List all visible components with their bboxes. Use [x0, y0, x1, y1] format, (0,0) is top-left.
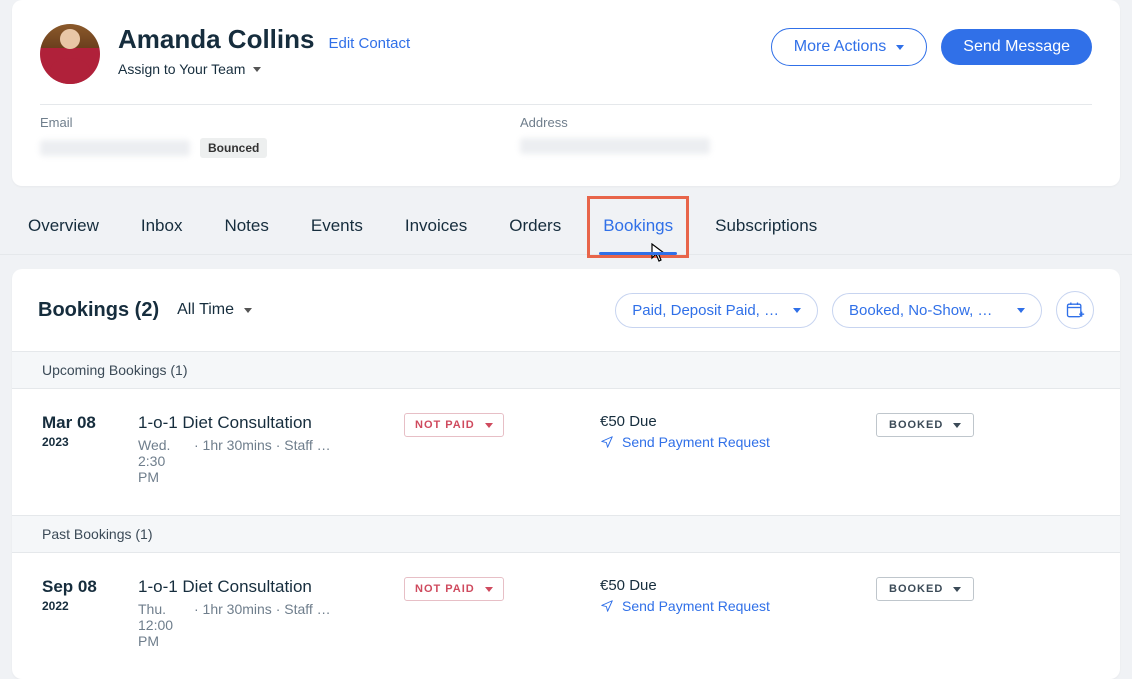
send-payment-request-link[interactable]: Send Payment Request	[600, 598, 770, 614]
time-filter-dropdown[interactable]: All Time	[177, 301, 252, 319]
filters-right: Paid, Deposit Paid, … Booked, No-Show, C…	[615, 291, 1094, 329]
tab-orders[interactable]: Orders	[507, 200, 563, 254]
send-payment-label: Send Payment Request	[622, 434, 770, 450]
avatar	[40, 24, 100, 84]
redacted-address	[520, 138, 710, 154]
booking-date: Sep 08	[42, 577, 112, 597]
payment-filter-dropdown[interactable]: Paid, Deposit Paid, …	[615, 293, 818, 328]
add-booking-button[interactable]	[1056, 291, 1094, 329]
payment-status-label: NOT PAID	[415, 419, 475, 431]
past-section-header: Past Bookings (1)	[12, 515, 1120, 553]
chevron-down-icon	[485, 587, 493, 592]
send-payment-request-link[interactable]: Send Payment Request	[600, 434, 770, 450]
send-message-button[interactable]: Send Message	[941, 29, 1092, 65]
chevron-down-icon	[793, 308, 801, 313]
edit-contact-link[interactable]: Edit Contact	[328, 35, 410, 52]
payment-status-dropdown[interactable]: NOT PAID	[404, 413, 504, 437]
contact-name: Amanda Collins	[118, 24, 314, 55]
send-icon	[600, 435, 614, 449]
booking-title: 1-o-1 Diet Consultation	[138, 577, 348, 597]
tab-subscriptions[interactable]: Subscriptions	[713, 200, 819, 254]
booking-date: Mar 08	[42, 413, 112, 433]
meta-row: Email Bounced Address	[40, 115, 1092, 158]
payment-status-label: NOT PAID	[415, 583, 475, 595]
payment-filter-label: Paid, Deposit Paid, …	[632, 302, 779, 319]
send-icon	[600, 599, 614, 613]
contact-header-card: Amanda Collins Edit Contact Assign to Yo…	[12, 0, 1120, 186]
chevron-down-icon	[896, 45, 904, 50]
chevron-down-icon	[953, 423, 961, 428]
assign-team-dropdown[interactable]: Assign to Your Team	[118, 61, 261, 77]
bounced-badge: Bounced	[200, 138, 267, 158]
address-label: Address	[520, 115, 780, 130]
bookings-title: Bookings (2)	[38, 299, 159, 322]
tab-bookings[interactable]: Bookings	[601, 200, 675, 254]
address-value	[520, 138, 780, 154]
calendar-plus-icon	[1065, 300, 1085, 320]
bookings-card: Bookings (2) All Time Paid, Deposit Paid…	[12, 269, 1120, 679]
tab-bookings-label: Bookings	[603, 216, 673, 235]
more-actions-button[interactable]: More Actions	[771, 28, 927, 66]
detail-col: 1-o-1 Diet Consultation Wed. 2:30 PM · 1…	[138, 413, 348, 485]
chevron-down-icon	[253, 67, 261, 72]
due-col: €50 Due Send Payment Request	[600, 577, 820, 616]
send-payment-label: Send Payment Request	[622, 598, 770, 614]
tabs: Overview Inbox Notes Events Invoices Ord…	[0, 200, 1132, 255]
tab-events[interactable]: Events	[309, 200, 365, 254]
book-status-col: BOOKED	[876, 413, 974, 437]
name-row: Amanda Collins Edit Contact	[118, 24, 410, 55]
status-filter-dropdown[interactable]: Booked, No-Show, C…	[832, 293, 1042, 328]
due-amount: €50 Due	[600, 413, 820, 430]
booking-day-time: Wed. 2:30 PM	[138, 437, 188, 485]
name-block: Amanda Collins Edit Contact Assign to Yo…	[118, 24, 410, 77]
booking-row: Mar 08 2023 1-o-1 Diet Consultation Wed.…	[12, 389, 1120, 515]
pay-status-col: NOT PAID	[404, 577, 534, 601]
booking-meta: · 1hr 30mins · Staff …	[194, 601, 331, 649]
detail-col: 1-o-1 Diet Consultation Thu. 12:00 PM · …	[138, 577, 348, 649]
address-block: Address	[520, 115, 780, 158]
cursor-pointer-icon	[651, 243, 667, 268]
more-actions-label: More Actions	[794, 38, 886, 56]
booking-status-label: BOOKED	[889, 419, 943, 431]
email-block: Email Bounced	[40, 115, 300, 158]
redacted-email	[40, 140, 190, 156]
status-filter-label: Booked, No-Show, C…	[849, 302, 1003, 319]
booking-subline: Thu. 12:00 PM · 1hr 30mins · Staff …	[138, 601, 348, 649]
chevron-down-icon	[244, 308, 252, 313]
booking-title: 1-o-1 Diet Consultation	[138, 413, 348, 433]
header-top: Amanda Collins Edit Contact Assign to Yo…	[40, 24, 1092, 84]
divider	[40, 104, 1092, 105]
email-label: Email	[40, 115, 300, 130]
pay-status-col: NOT PAID	[404, 413, 534, 437]
upcoming-section-header: Upcoming Bookings (1)	[12, 351, 1120, 389]
tab-notes[interactable]: Notes	[222, 200, 270, 254]
assign-team-label: Assign to Your Team	[118, 61, 245, 77]
date-col: Sep 08 2022	[42, 577, 112, 613]
tab-invoices[interactable]: Invoices	[403, 200, 469, 254]
booking-meta: · 1hr 30mins · Staff …	[194, 437, 331, 485]
booking-status-dropdown[interactable]: BOOKED	[876, 577, 974, 601]
date-col: Mar 08 2023	[42, 413, 112, 449]
booking-year: 2022	[42, 599, 112, 613]
due-col: €50 Due Send Payment Request	[600, 413, 820, 452]
booking-status-label: BOOKED	[889, 583, 943, 595]
chevron-down-icon	[1017, 308, 1025, 313]
booking-subline: Wed. 2:30 PM · 1hr 30mins · Staff …	[138, 437, 348, 485]
booking-day-time: Thu. 12:00 PM	[138, 601, 188, 649]
chevron-down-icon	[953, 587, 961, 592]
payment-status-dropdown[interactable]: NOT PAID	[404, 577, 504, 601]
booking-year: 2023	[42, 435, 112, 449]
bookings-header: Bookings (2) All Time Paid, Deposit Paid…	[12, 269, 1120, 351]
booking-row: Sep 08 2022 1-o-1 Diet Consultation Thu.…	[12, 553, 1120, 679]
send-message-label: Send Message	[963, 38, 1070, 56]
header-actions: More Actions Send Message	[771, 24, 1092, 66]
book-status-col: BOOKED	[876, 577, 974, 601]
time-filter-label: All Time	[177, 301, 234, 319]
booking-status-dropdown[interactable]: BOOKED	[876, 413, 974, 437]
email-value: Bounced	[40, 138, 300, 158]
tab-inbox[interactable]: Inbox	[139, 200, 185, 254]
due-amount: €50 Due	[600, 577, 820, 594]
chevron-down-icon	[485, 423, 493, 428]
tab-overview[interactable]: Overview	[26, 200, 101, 254]
